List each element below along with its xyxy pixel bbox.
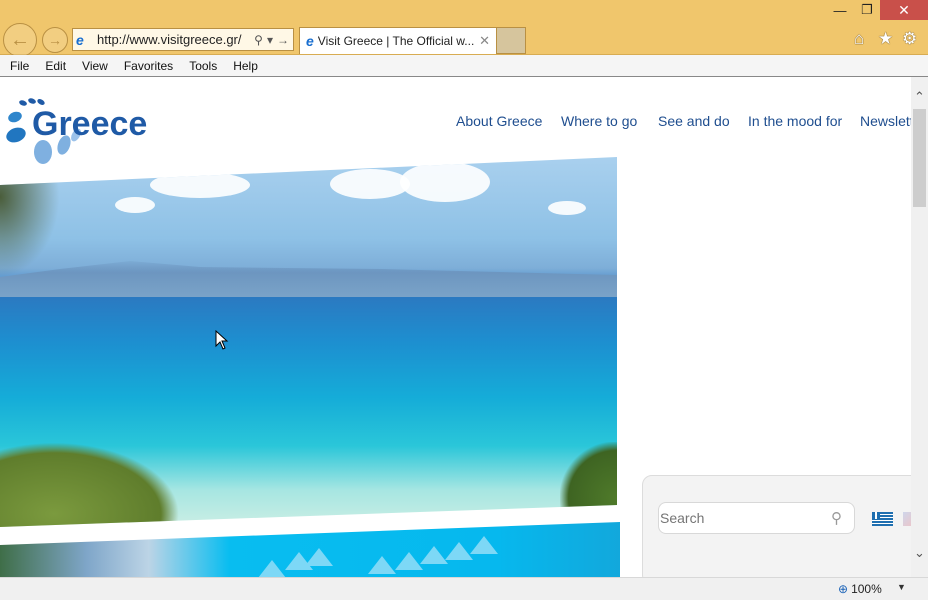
ie-page-icon: e	[76, 31, 84, 48]
scroll-down-icon[interactable]: ⌄	[911, 545, 928, 561]
tab-title: Visit Greece | The Official w...	[317, 34, 475, 48]
back-arrow-icon: ←	[10, 28, 30, 51]
favorites-star-icon[interactable]: ★	[878, 29, 893, 49]
close-tab-icon[interactable]: ✕	[479, 33, 490, 49]
scroll-thumb[interactable]	[913, 109, 926, 207]
search-box[interactable]: ⚲	[658, 502, 855, 534]
menu-file[interactable]: File	[10, 59, 29, 73]
logo-text: Greece	[32, 105, 147, 143]
go-arrow-icon[interactable]: →	[277, 33, 289, 47]
mouse-cursor-icon	[215, 330, 229, 350]
search-magnifier-icon[interactable]: ⚲	[831, 509, 842, 527]
zoom-level: 100%	[851, 582, 882, 596]
uk-flag-icon[interactable]	[903, 512, 911, 526]
hero-beach-image[interactable]	[0, 157, 617, 527]
settings-gear-icon[interactable]: ⚙	[902, 29, 917, 49]
forward-arrow-icon: →	[48, 32, 62, 48]
menu-tools[interactable]: Tools	[189, 59, 217, 73]
dropdown-icon[interactable]: ▾	[267, 33, 273, 47]
vertical-scrollbar[interactable]: ⌃ ⌄	[911, 77, 928, 577]
nav-where-to-go[interactable]: Where to go	[561, 113, 637, 129]
zoom-dropdown-icon[interactable]: ▼	[897, 582, 906, 592]
ie-tab-icon: e	[306, 33, 314, 49]
nav-newsletter[interactable]: Newslett	[860, 113, 911, 129]
nav-about-greece[interactable]: About Greece	[456, 113, 542, 129]
home-icon[interactable]: ⌂	[854, 29, 864, 49]
greece-logo[interactable]: Greece	[3, 97, 163, 167]
address-bar[interactable]: e http://www.visitgreece.gr/ ⚲ ▾ →	[72, 28, 294, 51]
tab-visit-greece[interactable]: e Visit Greece | The Official w... ✕	[299, 27, 497, 54]
minimize-button[interactable]: —	[826, 0, 854, 20]
address-url[interactable]: http://www.visitgreece.gr/	[97, 32, 254, 47]
zoom-magnifier-icon: ⊕	[838, 582, 849, 596]
menu-edit[interactable]: Edit	[45, 59, 66, 73]
menu-bar: File Edit View Favorites Tools Help	[0, 55, 928, 77]
menu-view[interactable]: View	[82, 59, 108, 73]
nav-in-the-mood-for[interactable]: In the mood for	[748, 113, 842, 129]
status-bar: ⊕ 100% ▼	[0, 577, 928, 600]
nav-see-and-do[interactable]: See and do	[658, 113, 730, 129]
new-tab-button[interactable]	[497, 27, 526, 54]
menu-help[interactable]: Help	[233, 59, 258, 73]
browser-titlebar: — ❐ ✕ ← → e http://www.visitgreece.gr/ ⚲…	[0, 0, 928, 57]
web-page: Greece About Greece Where to go See and …	[0, 77, 911, 577]
greek-flag-icon[interactable]	[872, 512, 893, 526]
forward-button[interactable]: →	[42, 27, 68, 53]
scroll-up-icon[interactable]: ⌃	[911, 89, 928, 105]
map-banner[interactable]	[0, 522, 620, 577]
search-icon[interactable]: ⚲	[254, 33, 263, 47]
back-button[interactable]: ←	[3, 23, 37, 57]
menu-favorites[interactable]: Favorites	[124, 59, 173, 73]
restore-button[interactable]: ❐	[853, 0, 881, 20]
search-input[interactable]	[660, 510, 825, 526]
zoom-control[interactable]: ⊕ 100%	[838, 582, 882, 596]
close-button[interactable]: ✕	[880, 0, 928, 20]
